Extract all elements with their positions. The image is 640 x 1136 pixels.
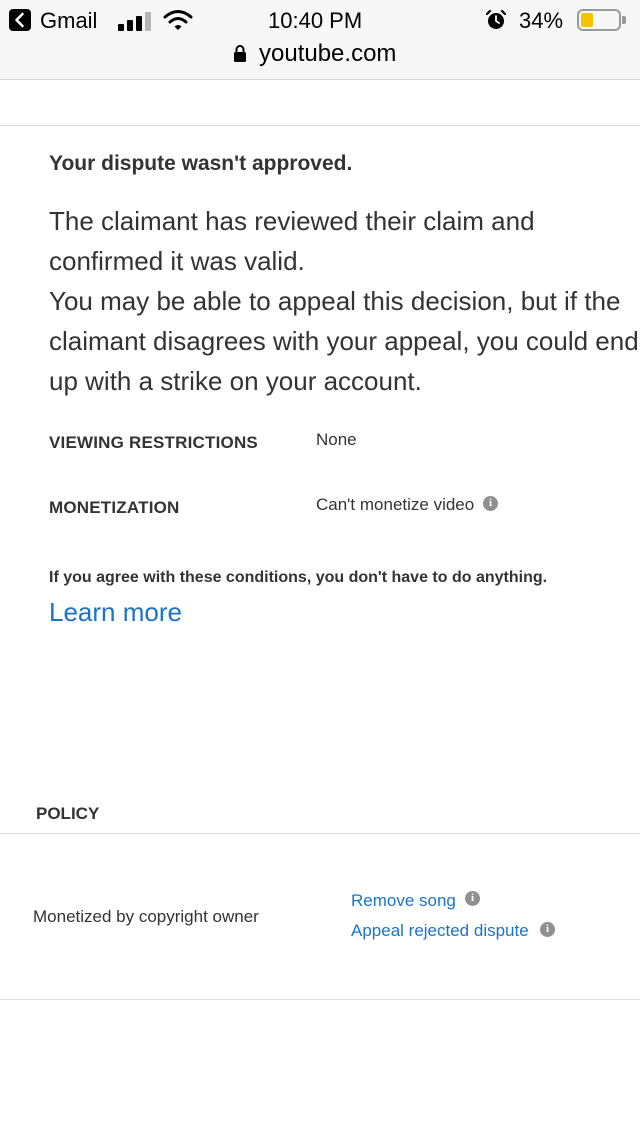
battery-percent: 34% (519, 8, 564, 33)
dispute-body-line: up with a strike on your account. (49, 366, 422, 396)
wifi-icon (163, 10, 193, 30)
policy-description: Monetized by copyright owner (33, 907, 259, 926)
battery-tip (622, 16, 626, 24)
url-domain[interactable]: youtube.com (259, 40, 396, 68)
dispute-body-line: You may be able to appeal this decision,… (49, 286, 621, 316)
policy-heading: POLICY (36, 804, 100, 823)
divider (0, 125, 640, 126)
back-to-app-icon[interactable] (9, 9, 31, 31)
divider (0, 833, 640, 834)
info-icon[interactable]: i (465, 891, 480, 906)
monetization-value: Can't monetize video (316, 495, 475, 514)
viewing-restrictions-value: None (316, 430, 357, 449)
dispute-body-line: confirmed it was valid. (49, 246, 305, 276)
monetization-label: MONETIZATION (49, 498, 180, 517)
browser-top-bar: Gmail 10:40 PM 34% youtube.com (0, 0, 640, 80)
appeal-rejected-dispute-link[interactable]: Appeal rejected dispute (351, 921, 529, 941)
conditions-note: If you agree with these conditions, you … (49, 569, 548, 586)
learn-more-link[interactable]: Learn more (49, 597, 182, 628)
lock-icon (234, 45, 246, 62)
battery-icon (577, 9, 621, 31)
clock: 10:40 PM (268, 8, 363, 33)
dispute-body-line: The claimant has reviewed their claim an… (49, 206, 535, 236)
dispute-heading: Your dispute wasn't approved. (49, 152, 353, 175)
cellular-signal-icon (118, 11, 152, 31)
alarm-icon (485, 9, 507, 29)
viewing-restrictions-label: VIEWING RESTRICTIONS (49, 433, 258, 452)
divider (0, 999, 640, 1000)
info-icon[interactable]: i (540, 922, 555, 937)
back-app-label[interactable]: Gmail (40, 10, 97, 32)
info-icon[interactable]: i (483, 496, 498, 511)
remove-song-link[interactable]: Remove song (351, 891, 456, 911)
dispute-body-line: claimant disagrees with your appeal, you… (49, 326, 639, 356)
